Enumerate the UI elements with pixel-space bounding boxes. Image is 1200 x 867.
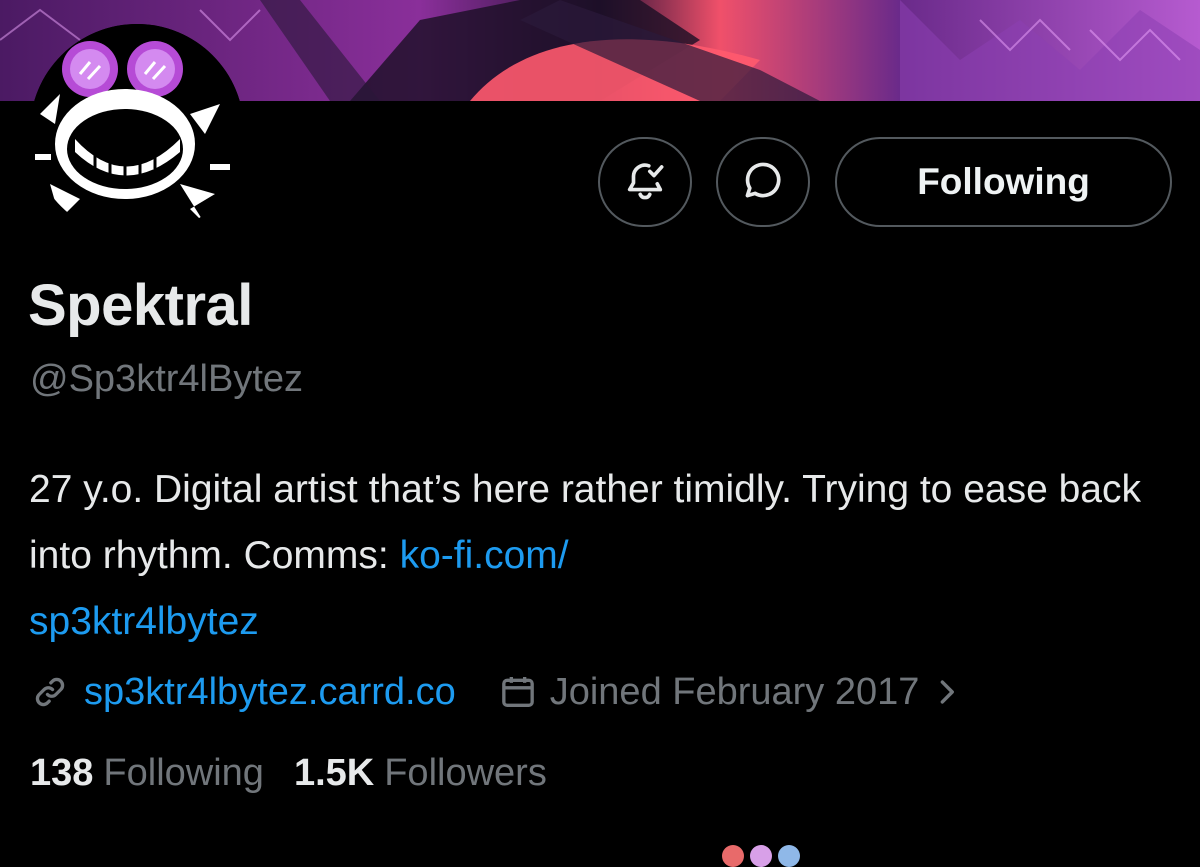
user-handle: @Sp3ktr4lBytez [30, 358, 304, 400]
profile-avatar[interactable] [30, 24, 244, 238]
display-name: Spektral [28, 273, 253, 338]
followers-count: 1.5K [293, 752, 375, 794]
profile-stats: 138 Following 1.5K Followers [30, 752, 547, 795]
following-button-label: Following [917, 161, 1090, 202]
bio-link-part1: ko-fi.com/ [399, 534, 569, 577]
profile-bio: 27 y.o. Digital artist that’s here rathe… [29, 457, 1179, 655]
bio-text: 27 y.o. Digital artist that’s here rathe… [29, 468, 1141, 577]
notifications-button[interactable] [598, 137, 692, 227]
following-button[interactable]: Following [835, 137, 1172, 227]
followed-by-avatars [722, 845, 800, 867]
link-icon [30, 672, 70, 712]
chat-bubble-icon [741, 158, 785, 207]
following-stat[interactable]: 138 Following [30, 752, 264, 795]
bell-check-icon [622, 157, 668, 208]
followers-stat-label: Followers [384, 752, 547, 794]
website-link[interactable]: sp3ktr4lbytez.carrd.co [84, 671, 456, 714]
calendar-icon [498, 672, 538, 712]
mini-avatar [750, 845, 772, 867]
following-count: 138 [30, 752, 94, 794]
joined-date: Joined February 2017 [549, 670, 920, 713]
message-button[interactable] [716, 137, 810, 227]
mini-avatar [722, 845, 744, 867]
following-stat-label: Following [103, 752, 264, 794]
avatar-artwork [30, 24, 244, 238]
mini-avatar [778, 845, 800, 867]
bio-link-part2: sp3ktr4lbytez [29, 600, 259, 643]
profile-meta: sp3ktr4lbytez.carrd.co Joined February 2… [30, 664, 961, 720]
chevron-right-icon[interactable] [935, 675, 961, 709]
followers-stat[interactable]: 1.5K Followers [294, 752, 547, 795]
